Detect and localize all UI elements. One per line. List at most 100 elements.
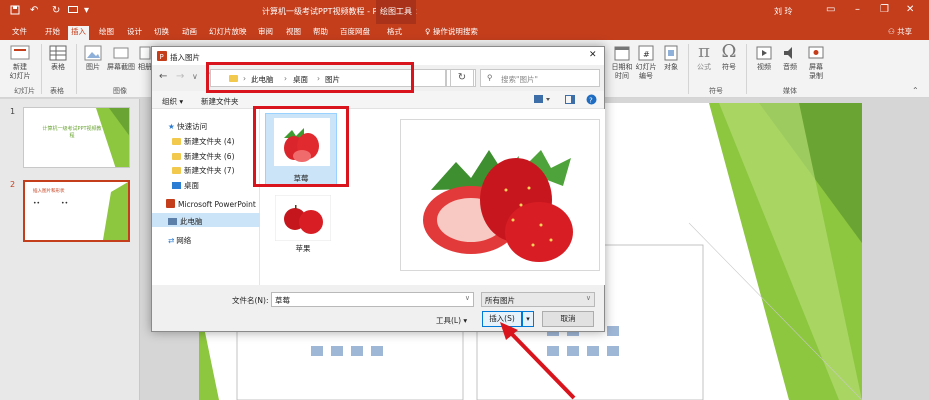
- chevron-down-icon[interactable]: ∨: [465, 294, 470, 302]
- organize-button[interactable]: 组织 ▾: [162, 96, 183, 107]
- video-icon: [756, 46, 772, 60]
- tab-review[interactable]: 审阅: [255, 26, 276, 40]
- restore-icon[interactable]: ❐: [880, 4, 889, 15]
- filename-value: 草莓: [275, 296, 290, 305]
- tab-file[interactable]: 文件: [9, 26, 30, 40]
- audio-button[interactable]: 音频: [778, 44, 802, 72]
- tab-design[interactable]: 设计: [124, 26, 145, 40]
- recent-locations-icon[interactable]: ∨: [192, 72, 198, 81]
- formula-button[interactable]: π 公式: [694, 42, 714, 72]
- slide-thumb-bullets: •• ••: [33, 200, 69, 207]
- save-icon[interactable]: [10, 5, 20, 18]
- help-icon[interactable]: ?: [586, 94, 597, 107]
- nav-folder-4[interactable]: 新建文件夹 (4): [172, 136, 235, 147]
- symbol-label: 符号: [722, 63, 736, 71]
- group-label-tables: 表格: [50, 87, 64, 95]
- share-button[interactable]: ⚇ 共享: [885, 26, 915, 40]
- album-label: 相册: [138, 63, 152, 71]
- file-item[interactable]: 苹果: [275, 191, 337, 253]
- filename-input[interactable]: 草莓 ∨: [271, 292, 474, 307]
- group-divider: [76, 44, 77, 94]
- nav-desktop-label: 桌面: [184, 181, 199, 190]
- nav-folder-7[interactable]: 新建文件夹 (7): [172, 165, 235, 176]
- datetime-button[interactable]: 日期和时间: [610, 44, 634, 81]
- album-button[interactable]: 相册: [138, 44, 152, 72]
- filetype-select[interactable]: 所有图片 ∨: [481, 292, 595, 307]
- preview-pane-icon[interactable]: [565, 95, 575, 106]
- dialog-close-icon[interactable]: ✕: [589, 50, 597, 60]
- nav-quick-access-label: 快速访问: [177, 122, 208, 131]
- object-button[interactable]: 对象: [660, 44, 682, 72]
- table-label: 表格: [51, 63, 65, 71]
- person-icon: ⚇: [888, 27, 895, 36]
- file-name: 苹果: [295, 244, 311, 253]
- slide-number: 1: [10, 107, 16, 116]
- tab-transitions[interactable]: 切换: [151, 26, 172, 40]
- nav-network-label: 网络: [176, 236, 192, 245]
- folder-icon: [172, 138, 181, 145]
- object-icon: [664, 45, 678, 61]
- slide-number-label: 幻灯片 编号: [635, 63, 657, 80]
- back-icon[interactable]: ←: [159, 71, 167, 82]
- nav-network[interactable]: ⇄ 网络: [168, 235, 191, 246]
- nav-microsoft-powerpoint[interactable]: Microsoft PowerPoint: [166, 199, 256, 209]
- tab-animations[interactable]: 动画: [179, 26, 200, 40]
- computer-icon: [168, 218, 177, 225]
- tab-baidu[interactable]: 百度网盘: [337, 26, 373, 40]
- nav-quick-access[interactable]: ★ 快速访问: [168, 121, 207, 132]
- nav-folder-6[interactable]: 新建文件夹 (6): [172, 151, 235, 162]
- image-label: 图片: [86, 63, 100, 71]
- screenshot-button[interactable]: 屏幕截图: [106, 44, 136, 72]
- screen-record-icon: [808, 46, 824, 59]
- svg-text:#: #: [643, 50, 650, 59]
- refresh-button[interactable]: ↻: [450, 69, 474, 87]
- ribbon-tabs: 文件 开始 插入 绘图 设计 切换 动画 幻灯片放映 审阅 视图 帮助 百度网盘…: [0, 24, 929, 40]
- tab-home[interactable]: 开始: [42, 26, 63, 40]
- tell-me-label: 操作说明搜索: [432, 27, 478, 36]
- nav-desktop[interactable]: 桌面: [172, 180, 199, 191]
- undo-icon[interactable]: ↶: [30, 5, 38, 16]
- slide-thumbnail-2[interactable]: 插入图片和形状 •• ••: [23, 180, 130, 242]
- symbol-button[interactable]: Ω 符号: [718, 42, 740, 72]
- tell-me-search[interactable]: ♀ 操作说明搜索: [422, 26, 481, 40]
- group-label-images: 图像: [113, 87, 127, 95]
- svg-text:?: ?: [589, 97, 593, 105]
- search-input[interactable]: ⚲ 搜索"图片": [480, 69, 600, 87]
- new-folder-button[interactable]: 新建文件夹: [201, 96, 239, 107]
- nav-folder-label: 新建文件夹 (6): [184, 152, 235, 161]
- tab-view[interactable]: 视图: [283, 26, 304, 40]
- tab-insert[interactable]: 插入: [68, 26, 89, 40]
- search-placeholder: 搜索"图片": [501, 75, 538, 84]
- table-button[interactable]: 表格: [46, 44, 70, 72]
- close-icon[interactable]: ✕: [906, 4, 914, 15]
- redo-icon[interactable]: ↻: [52, 5, 60, 16]
- customize-qa-icon[interactable]: ▾: [84, 5, 89, 16]
- present-icon[interactable]: [68, 5, 78, 18]
- video-button[interactable]: 视频: [752, 44, 776, 72]
- forward-icon: →: [176, 71, 185, 82]
- tab-draw[interactable]: 绘图: [96, 26, 117, 40]
- powerpoint-icon: [166, 199, 175, 208]
- nav-this-pc[interactable]: 此电脑: [168, 216, 203, 227]
- ribbon-display-icon[interactable]: ▭: [826, 4, 835, 15]
- navigation-pane[interactable]: ★ 快速访问 新建文件夹 (4) 新建文件夹 (6) 新建文件夹 (7) 桌面 …: [152, 109, 260, 285]
- slide-thumbnails-panel[interactable]: 1 计算机一级考试PPT视频教程 2 插入图片和形状 •• ••: [0, 99, 140, 400]
- tab-help[interactable]: 帮助: [310, 26, 331, 40]
- image-button[interactable]: 图片: [82, 44, 104, 72]
- slide-thumbnail-1[interactable]: 计算机一级考试PPT视频教程: [23, 107, 130, 168]
- user-name[interactable]: 刘 玲: [774, 6, 793, 17]
- slide-thumb-title: 计算机一级考试PPT视频教程: [42, 126, 102, 139]
- new-slide-button[interactable]: 新建 幻灯片: [6, 44, 34, 81]
- minimize-icon[interactable]: –: [855, 4, 860, 15]
- organize-label: 组织: [162, 97, 177, 106]
- screen-record-button[interactable]: 屏幕 录制: [804, 44, 828, 81]
- slide-number-button[interactable]: # 幻灯片 编号: [634, 44, 658, 81]
- tab-format[interactable]: 格式: [384, 26, 405, 40]
- pi-icon: π: [698, 41, 710, 62]
- nav-ppt-label: Microsoft PowerPoint: [178, 200, 256, 209]
- tab-slideshow[interactable]: 幻灯片放映: [206, 26, 250, 40]
- slide-number: 2: [10, 180, 16, 189]
- view-options-icon[interactable]: [534, 95, 550, 106]
- tools-button[interactable]: 工具(L) ▾: [436, 315, 467, 326]
- collapse-ribbon-icon[interactable]: ⌃: [912, 86, 919, 95]
